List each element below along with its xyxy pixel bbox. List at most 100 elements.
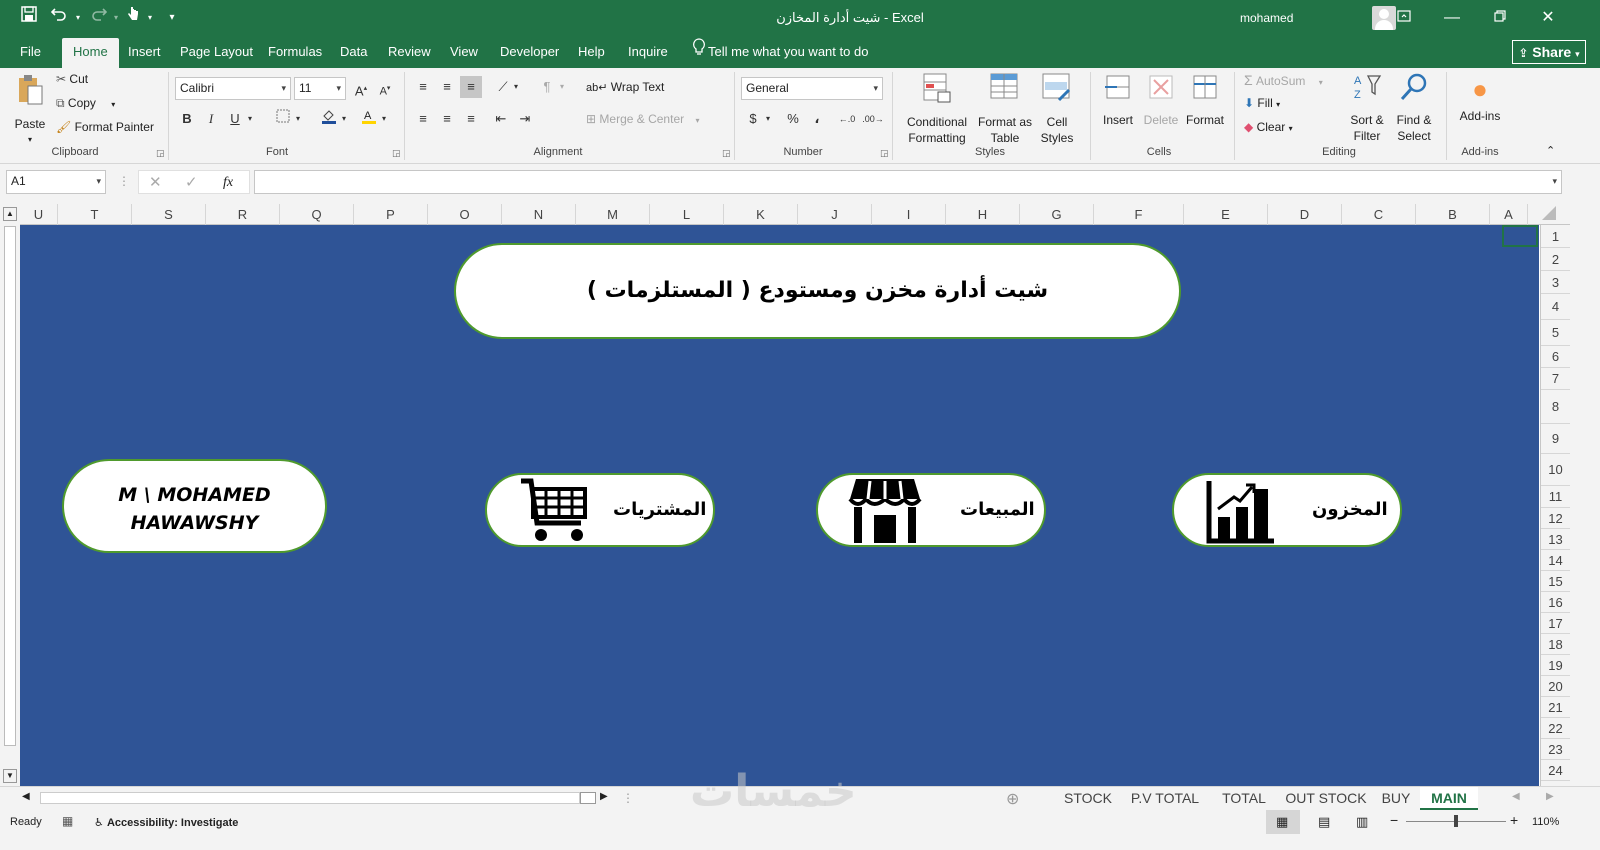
- currency-dropdown-icon[interactable]: ▾: [762, 108, 774, 130]
- tab-developer[interactable]: Developer: [498, 36, 561, 68]
- page-break-view-icon[interactable]: ▥: [1356, 814, 1368, 830]
- scroll-up-icon[interactable]: ▲: [3, 207, 17, 221]
- increase-decimal-icon[interactable]: ←.0: [836, 108, 858, 130]
- italic-button[interactable]: I: [200, 108, 222, 130]
- row-header-17[interactable]: 17: [1541, 613, 1570, 634]
- scroll-down-icon[interactable]: ▼: [3, 769, 17, 783]
- undo-icon[interactable]: [48, 0, 70, 36]
- font-name-select[interactable]: Calibri ▾: [175, 77, 291, 100]
- column-header-p[interactable]: P: [354, 204, 428, 225]
- column-header-o[interactable]: O: [428, 204, 502, 225]
- zoom-in-icon[interactable]: +: [1510, 812, 1518, 828]
- column-header-k[interactable]: K: [724, 204, 798, 225]
- touch-dropdown-icon[interactable]: ▾: [144, 0, 156, 36]
- align-right-icon[interactable]: ≡: [460, 108, 482, 130]
- increase-indent-icon[interactable]: ⇥: [514, 108, 536, 130]
- user-name[interactable]: mohamed hawawshi: [1240, 0, 1340, 61]
- tab-insert[interactable]: Insert: [126, 36, 163, 68]
- sheet-tab-total[interactable]: TOTAL: [1212, 787, 1276, 811]
- touch-mode-icon[interactable]: [124, 0, 142, 36]
- sales-button[interactable]: المبيعات: [816, 473, 1046, 547]
- copy-button[interactable]: ⧉ Copy ▾: [56, 96, 115, 111]
- formula-bar-grip-icon[interactable]: ⋮: [118, 174, 130, 188]
- underline-dropdown-icon[interactable]: ▾: [244, 108, 256, 130]
- tell-me-search[interactable]: Tell me what you want to do: [708, 36, 868, 68]
- column-header-q[interactable]: Q: [280, 204, 354, 225]
- new-sheet-icon[interactable]: ⊕: [1006, 789, 1019, 809]
- sheet-tab-buy[interactable]: BUY: [1376, 787, 1416, 811]
- underline-button[interactable]: U: [224, 108, 246, 130]
- number-launcher-icon[interactable]: ◲: [880, 148, 889, 159]
- delete-cells-button[interactable]: Delete: [1140, 72, 1182, 128]
- percent-button[interactable]: %: [782, 108, 804, 130]
- font-color-icon[interactable]: A: [358, 108, 380, 130]
- row-header-19[interactable]: 19: [1541, 655, 1570, 676]
- fill-button[interactable]: ⬇ Fill ▾: [1244, 96, 1280, 110]
- clear-button[interactable]: ◆ Clear ▾: [1244, 120, 1293, 134]
- align-left-icon[interactable]: ≡: [412, 108, 434, 130]
- align-top-icon[interactable]: ≡: [412, 76, 434, 98]
- undo-dropdown-icon[interactable]: ▾: [72, 0, 84, 36]
- insert-cells-button[interactable]: Insert: [1098, 72, 1138, 128]
- paste-button[interactable]: Paste ▾: [10, 74, 50, 148]
- align-bottom-icon[interactable]: ≡: [460, 76, 482, 98]
- row-header-18[interactable]: 18: [1541, 634, 1570, 655]
- sheet-canvas[interactable]: شيت أدارة مخزن ومستودع ( المستلزمات ) M …: [20, 225, 1539, 786]
- row-header-22[interactable]: 22: [1541, 718, 1570, 739]
- accessibility-status[interactable]: ♿ Accessibility: Investigate: [94, 816, 238, 829]
- font-color-dropdown-icon[interactable]: ▾: [378, 108, 390, 130]
- collapse-ribbon-icon[interactable]: ⌃: [1546, 144, 1555, 157]
- active-cell-a1[interactable]: [1502, 225, 1538, 247]
- inventory-button[interactable]: المخزون: [1172, 473, 1402, 547]
- conditional-formatting-button[interactable]: Conditional Formatting: [898, 72, 976, 146]
- scroll-thumb[interactable]: [4, 226, 16, 746]
- tab-page-layout[interactable]: Page Layout: [178, 36, 255, 68]
- redo-dropdown-icon[interactable]: ▾: [110, 0, 122, 36]
- tab-nav-right-icon[interactable]: ▶: [1546, 791, 1554, 802]
- font-size-select[interactable]: 11 ▾: [294, 77, 346, 100]
- format-as-table-button[interactable]: Format as Table: [976, 72, 1034, 146]
- row-header-12[interactable]: 12: [1541, 508, 1570, 529]
- tab-help[interactable]: Help: [576, 36, 607, 68]
- redo-icon[interactable]: [88, 0, 110, 36]
- number-format-select[interactable]: General ▾: [741, 77, 883, 100]
- column-header-l[interactable]: L: [650, 204, 724, 225]
- clipboard-launcher-icon[interactable]: ◲: [156, 148, 165, 159]
- decrease-decimal-icon[interactable]: .00→: [862, 108, 884, 130]
- column-header-d[interactable]: D: [1268, 204, 1342, 225]
- decrease-font-icon[interactable]: A▾: [374, 78, 396, 100]
- tab-formulas[interactable]: Formulas: [266, 36, 324, 68]
- column-header-c[interactable]: C: [1342, 204, 1416, 225]
- row-header-13[interactable]: 13: [1541, 529, 1570, 550]
- format-cells-button[interactable]: Format: [1184, 72, 1226, 128]
- column-header-r[interactable]: R: [206, 204, 280, 225]
- font-launcher-icon[interactable]: ◲: [392, 148, 401, 159]
- alignment-launcher-icon[interactable]: ◲: [722, 148, 731, 159]
- find-select-button[interactable]: Find & Select: [1390, 72, 1438, 144]
- merge-center-button[interactable]: ⊞ Merge & Center ▾: [586, 112, 699, 126]
- row-header-6[interactable]: 6: [1541, 346, 1570, 368]
- row-header-11[interactable]: 11: [1541, 486, 1570, 508]
- align-center-icon[interactable]: ≡: [436, 108, 458, 130]
- column-header-b[interactable]: B: [1416, 204, 1490, 225]
- row-header-23[interactable]: 23: [1541, 739, 1570, 760]
- vertical-scrollbar[interactable]: ▲ ▼: [0, 204, 20, 786]
- tab-inquire[interactable]: Inquire: [626, 36, 670, 68]
- cut-button[interactable]: ✂ Cut: [56, 72, 88, 86]
- restore-icon[interactable]: [1476, 0, 1524, 36]
- select-all-button[interactable]: [1542, 206, 1556, 220]
- decrease-indent-icon[interactable]: ⇤: [490, 108, 512, 130]
- row-header-7[interactable]: 7: [1541, 368, 1570, 390]
- add-ins-button[interactable]: ● Add-ins: [1452, 72, 1508, 124]
- lightbulb-icon[interactable]: [690, 36, 708, 68]
- currency-button[interactable]: $: [742, 108, 764, 130]
- horizontal-scrollbar[interactable]: [40, 792, 580, 804]
- fill-color-icon[interactable]: [318, 108, 340, 130]
- cancel-icon[interactable]: ✕: [149, 172, 162, 193]
- tab-nav-left-icon[interactable]: ◀: [1512, 791, 1520, 802]
- row-header-3[interactable]: 3: [1541, 271, 1570, 294]
- column-header-m[interactable]: M: [576, 204, 650, 225]
- row-header-14[interactable]: 14: [1541, 550, 1570, 571]
- tab-file[interactable]: File: [18, 36, 43, 68]
- borders-icon[interactable]: [272, 108, 294, 130]
